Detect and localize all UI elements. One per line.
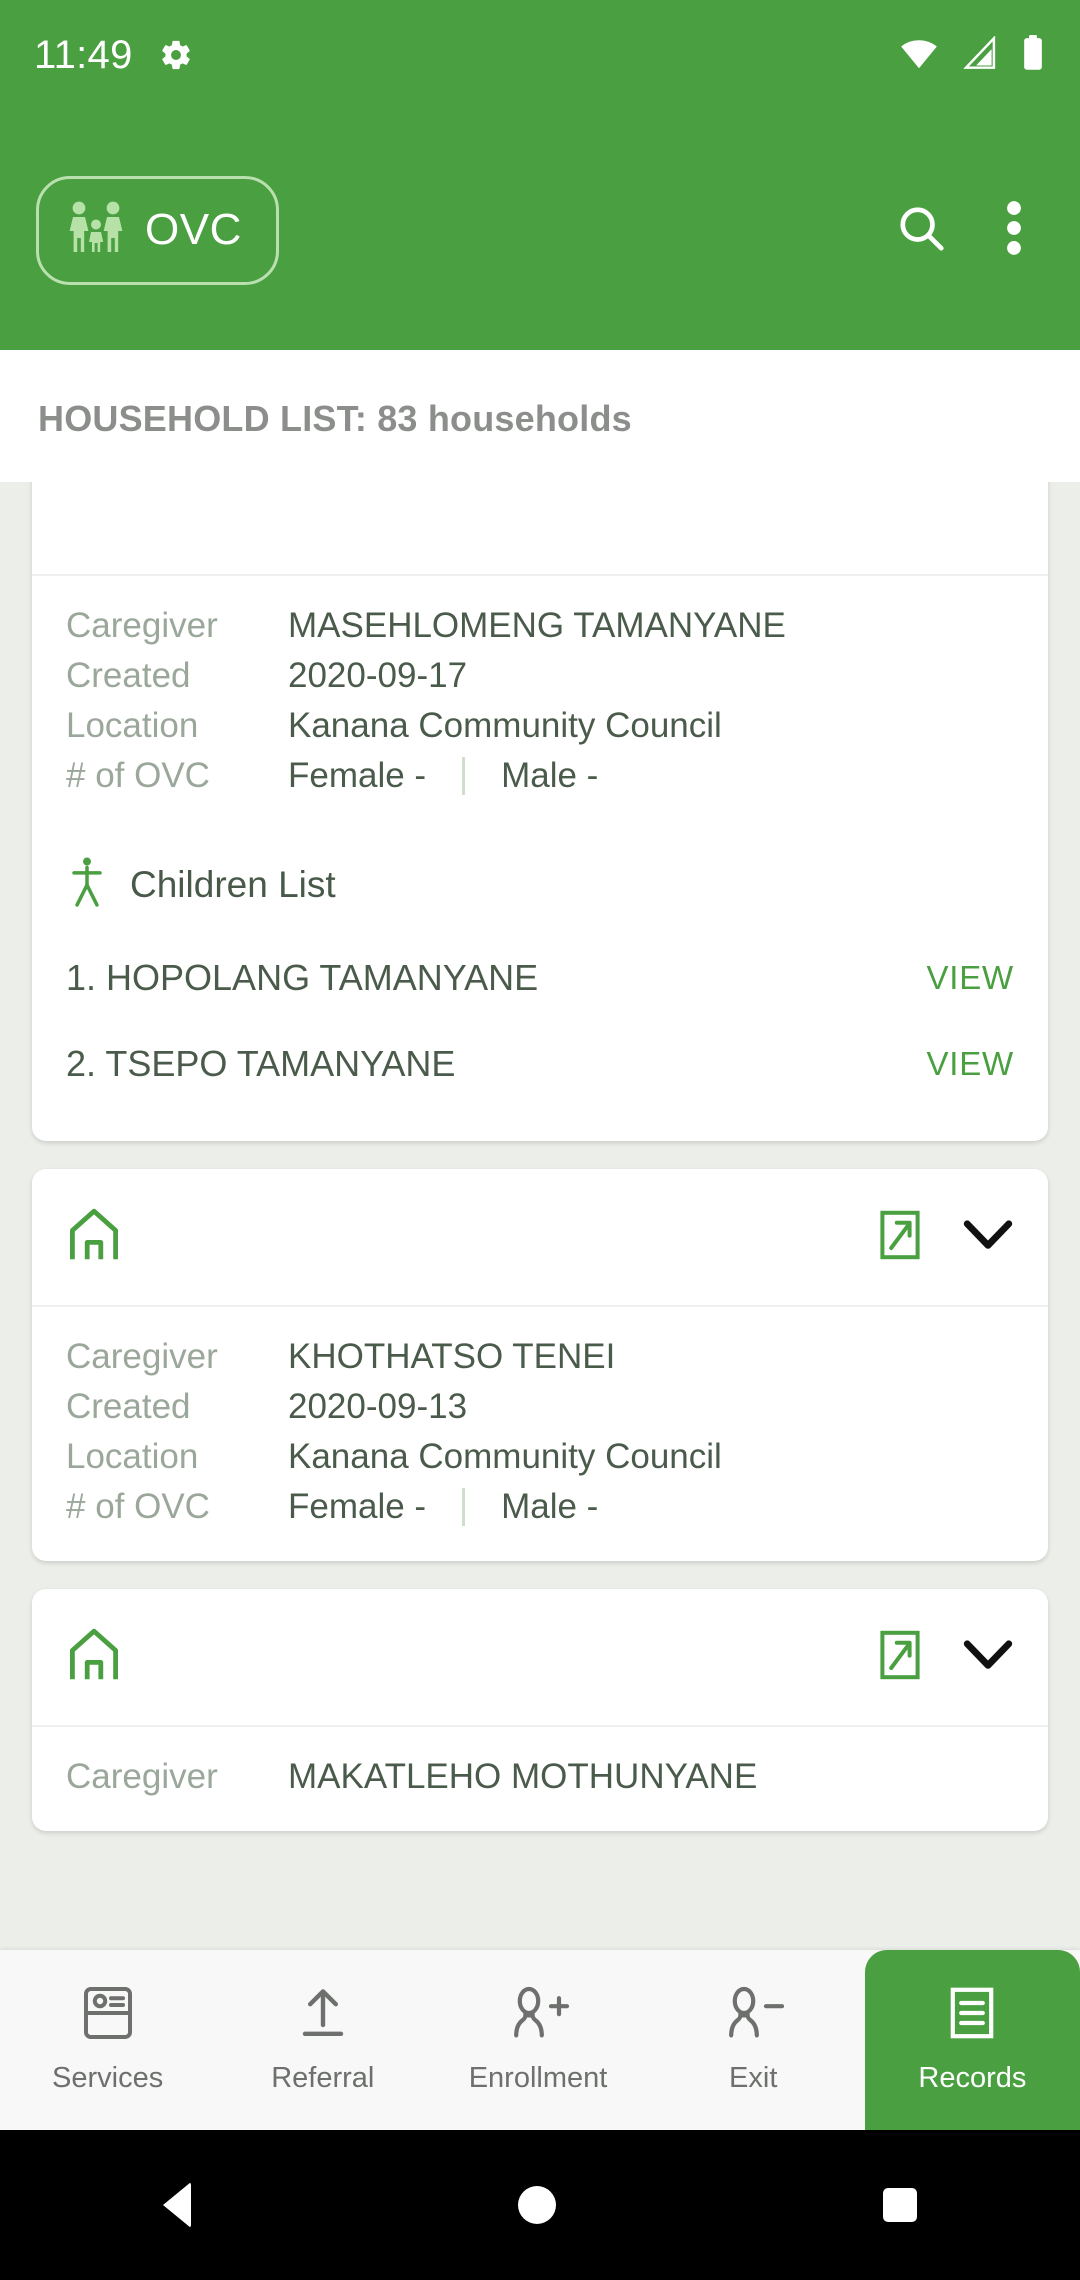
household-card-header[interactable] <box>32 482 1048 576</box>
ovc-brand-button[interactable]: OVC <box>36 175 279 285</box>
open-in-new-icon[interactable] <box>880 1630 920 1685</box>
home-icon[interactable] <box>517 2186 556 2224</box>
ovc-male-count: Male - <box>501 756 599 795</box>
ovc-count-group: Female - Male - <box>288 756 598 796</box>
detail-label: Location <box>66 706 199 745</box>
detail-label: Caregiver <box>66 1757 218 1796</box>
chevron-down-icon[interactable] <box>962 1637 1014 1678</box>
household-card-header[interactable] <box>32 1589 1048 1727</box>
household-card[interactable]: Caregiver KHOTHATSO TENEI Created 2020-0… <box>32 1169 1048 1561</box>
household-details: Caregiver MASEHLOMENG TAMANYANE Created … <box>32 576 1048 830</box>
detail-label: Caregiver <box>66 1337 218 1376</box>
detail-row-caregiver: Caregiver MASEHLOMENG TAMANYANE <box>66 606 1014 646</box>
search-icon[interactable] <box>894 201 948 260</box>
detail-label: # of OVC <box>66 1487 210 1526</box>
ovc-count-group: Female - Male - <box>288 1487 598 1527</box>
children-list-label: Children List <box>130 863 336 905</box>
household-details: Caregiver MAKATLEHO MOTHUNYANE <box>32 1727 1048 1831</box>
household-details: Caregiver KHOTHATSO TENEI Created 2020-0… <box>32 1307 1048 1561</box>
detail-row-num-ovc: # of OVC Female - Male - <box>66 756 1014 796</box>
records-icon <box>946 1985 998 2046</box>
nav-item-services[interactable]: Services <box>0 1950 215 2130</box>
detail-value: MAKATLEHO MOTHUNYANE <box>288 1757 758 1796</box>
detail-label: Created <box>66 1387 191 1426</box>
open-in-new-icon[interactable] <box>880 1210 920 1265</box>
app-bar: OVC <box>0 110 1080 350</box>
ovc-female-count: Female - <box>288 756 427 795</box>
home-icon <box>66 1208 122 1267</box>
child-list-item[interactable]: 2. TSEPO TAMANYANE VIEW <box>32 1021 1048 1107</box>
children-list-header: Children List <box>32 830 1048 935</box>
detail-value: 2020-09-17 <box>288 656 468 695</box>
detail-row-location: Location Kanana Community Council <box>66 1437 1014 1477</box>
detail-value: KHOTHATSO TENEI <box>288 1337 616 1376</box>
child-name: 1. HOPOLANG TAMANYANE <box>66 957 539 998</box>
person-plus-icon <box>507 1985 570 2046</box>
nav-label: Records <box>918 2062 1027 2094</box>
detail-row-location: Location Kanana Community Council <box>66 706 1014 746</box>
detail-row-created: Created 2020-09-17 <box>66 656 1014 696</box>
detail-row-caregiver: Caregiver MAKATLEHO MOTHUNYANE <box>66 1757 1014 1797</box>
family-icon <box>65 197 127 264</box>
nav-label: Services <box>52 2062 164 2094</box>
nav-item-records[interactable]: Records <box>864 1950 1080 2130</box>
gear-icon <box>159 38 193 72</box>
child-view-button[interactable]: VIEW <box>926 1045 1014 1083</box>
recents-icon[interactable] <box>882 2188 917 2222</box>
upload-arrow-icon <box>297 1985 349 2046</box>
household-list-header: HOUSEHOLD LIST: 83 households <box>0 350 1080 482</box>
status-bar: 11:49 <box>0 0 1080 110</box>
nav-item-referral[interactable]: Referral <box>215 1950 430 2130</box>
cellular-signal-icon <box>960 34 1000 75</box>
wifi-icon <box>898 36 940 75</box>
household-list-title: HOUSEHOLD LIST: 83 households <box>38 398 632 439</box>
back-icon[interactable] <box>163 2182 192 2228</box>
card-header-actions <box>880 1630 1014 1685</box>
card-bottom-spacer <box>32 1107 1048 1141</box>
household-card[interactable]: Caregiver MASEHLOMENG TAMANYANE Created … <box>32 482 1048 1141</box>
child-list-item[interactable]: 1. HOPOLANG TAMANYANE VIEW <box>32 935 1048 1021</box>
detail-value: Kanana Community Council <box>288 706 722 745</box>
detail-label: Created <box>66 656 191 695</box>
bottom-navigation: Services Referral Enrollment Exit Record… <box>0 1950 1080 2130</box>
ovc-brand-label: OVC <box>145 205 242 254</box>
home-icon <box>66 1628 122 1687</box>
person-minus-icon <box>722 1985 785 2046</box>
detail-row-num-ovc: # of OVC Female - Male - <box>66 1487 1014 1527</box>
id-card-icon <box>82 1985 134 2046</box>
status-indicators <box>898 34 1046 76</box>
android-navigation-bar <box>0 2130 1080 2280</box>
detail-value: 2020-09-13 <box>288 1387 468 1426</box>
more-vertical-icon[interactable] <box>1004 199 1024 262</box>
phone-screen: 11:49 OVC HOUSEHOLD LIST: 83 households … <box>0 0 1080 2280</box>
detail-label: Caregiver <box>66 606 218 645</box>
household-card[interactable]: Caregiver MAKATLEHO MOTHUNYANE <box>32 1589 1048 1831</box>
detail-value: Kanana Community Council <box>288 1437 722 1476</box>
detail-label: Location <box>66 1437 199 1476</box>
nav-label: Exit <box>729 2062 778 2094</box>
child-view-button[interactable]: VIEW <box>926 959 1014 997</box>
count-divider <box>462 1488 466 1526</box>
detail-row-caregiver: Caregiver KHOTHATSO TENEI <box>66 1337 1014 1377</box>
count-divider <box>462 757 466 795</box>
child-person-icon <box>70 856 104 913</box>
detail-row-created: Created 2020-09-13 <box>66 1387 1014 1427</box>
detail-value: MASEHLOMENG TAMANYANE <box>288 606 786 645</box>
nav-item-enrollment[interactable]: Enrollment <box>430 1950 645 2130</box>
battery-icon <box>1020 34 1046 76</box>
app-bar-actions <box>894 199 1044 262</box>
household-card-header[interactable] <box>32 1169 1048 1307</box>
ovc-male-count: Male - <box>501 1487 599 1526</box>
nav-label: Enrollment <box>468 2062 608 2094</box>
ovc-female-count: Female - <box>288 1487 427 1526</box>
status-clock: 11:49 <box>34 32 133 77</box>
nav-label: Referral <box>271 2062 375 2094</box>
child-name: 2. TSEPO TAMANYANE <box>66 1043 456 1084</box>
nav-item-exit[interactable]: Exit <box>646 1950 861 2130</box>
detail-label: # of OVC <box>66 756 210 795</box>
chevron-down-icon[interactable] <box>962 1217 1014 1258</box>
card-header-actions <box>880 1210 1014 1265</box>
